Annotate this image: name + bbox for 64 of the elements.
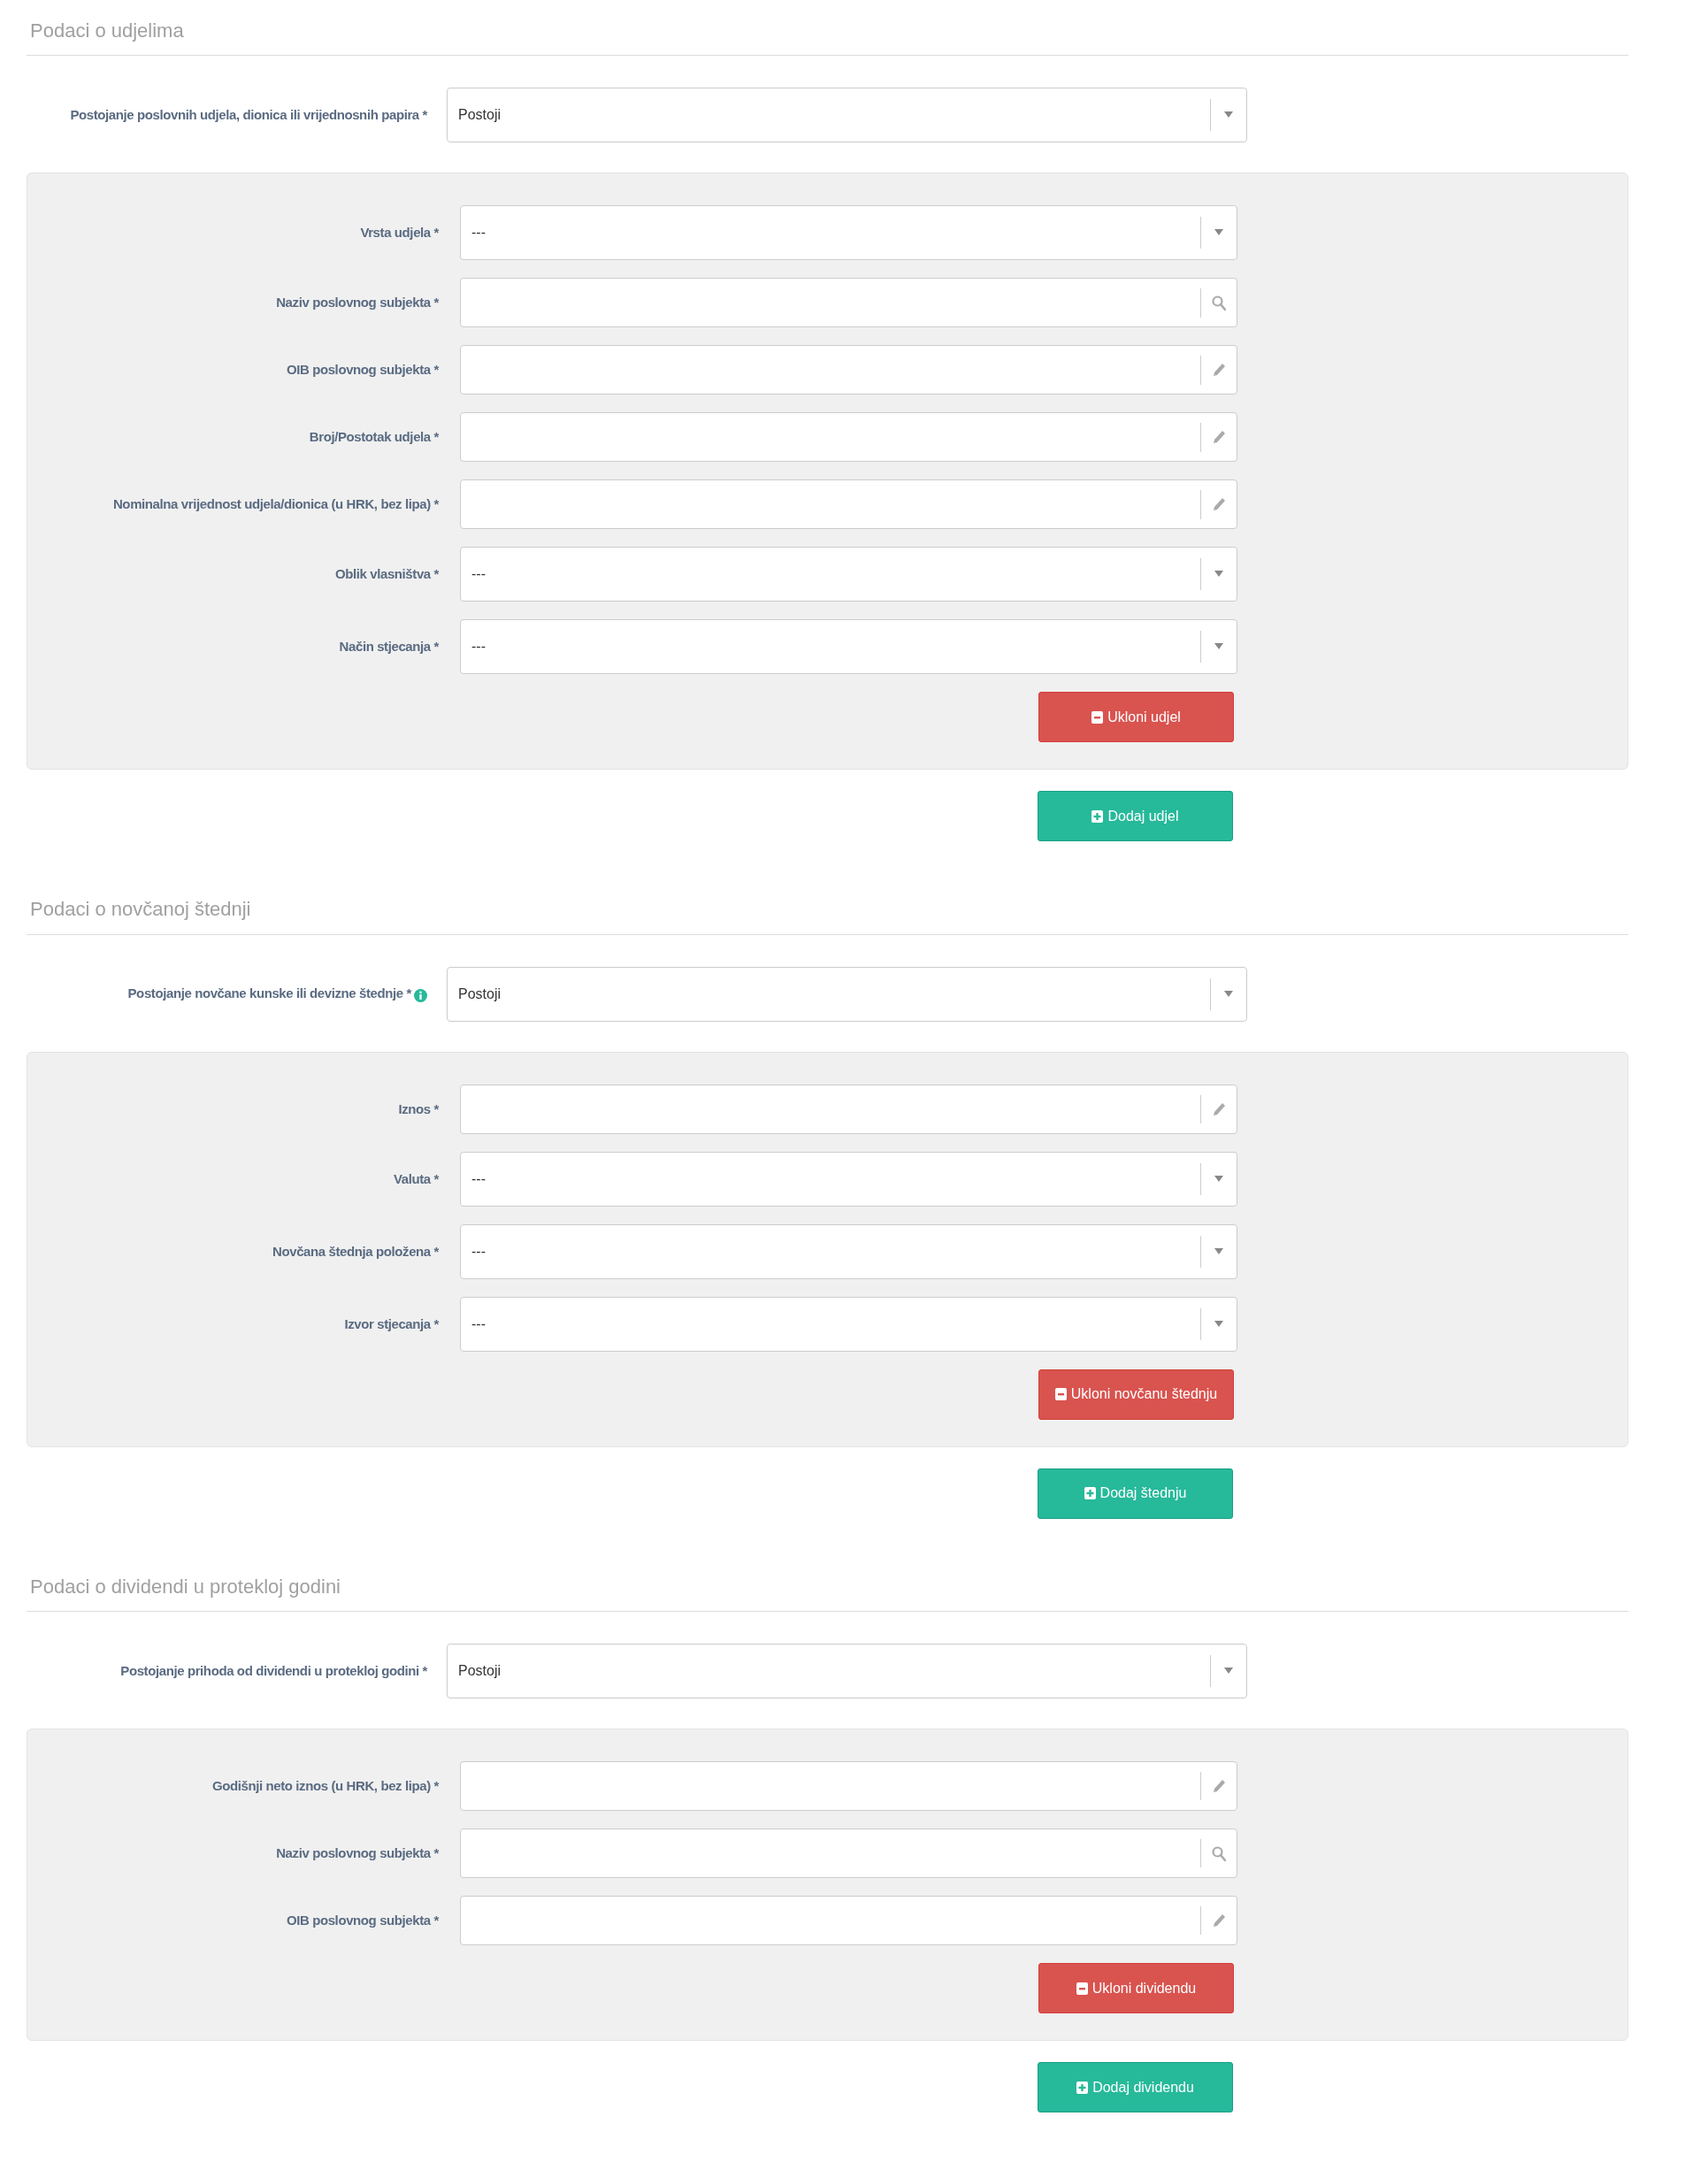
field-label: Postojanje poslovnih udjela, dionica ili vrijednosnih papira *: [70, 107, 427, 123]
caret-icon: [1214, 1247, 1223, 1255]
field-label: Nominalna vrijednost udjela/dionica (u HRK, bez lipa) *: [112, 495, 439, 514]
pencil-icon: [1212, 497, 1226, 512]
pencil-icon: [1212, 430, 1226, 445]
caret-icon: [1214, 229, 1223, 237]
field-label: OIB poslovnog subjekta *: [286, 1911, 439, 1929]
pencil-icon: [1212, 1913, 1226, 1928]
plus-square-icon: [1076, 2080, 1089, 2095]
input-field[interactable]: [460, 1896, 1237, 1946]
section-heading: Podaci o novčanoj štednji: [30, 898, 252, 922]
select-field[interactable]: Postoji: [447, 88, 1247, 143]
section-heading: Podaci o udjelima: [30, 19, 185, 43]
field-label: Način stjecanja *: [339, 638, 439, 656]
input-field[interactable]: [460, 412, 1237, 463]
select-field[interactable]: Postoji: [447, 1644, 1247, 1699]
input-field[interactable]: [460, 1084, 1237, 1134]
caret-icon: [1214, 571, 1223, 579]
pencil-icon: [1212, 1101, 1226, 1116]
caret-icon: [1224, 111, 1233, 119]
field-label: Vrsta udjela *: [360, 224, 439, 242]
field-label: Broj/Postotak udjela *: [309, 428, 439, 447]
minus-square-icon: [1054, 1387, 1067, 1402]
field-label: Naziv poslovnog subjekta *: [276, 1844, 439, 1862]
search-field[interactable]: [460, 1828, 1237, 1879]
select-field[interactable]: ---: [460, 1151, 1237, 1207]
section-heading: Podaci o dividendi u protekloj godini: [30, 1575, 341, 1599]
plus-square-icon: [1091, 809, 1104, 824]
select-field[interactable]: ---: [460, 205, 1237, 261]
info-icon[interactable]: [414, 989, 427, 1003]
caret-icon: [1224, 1668, 1233, 1675]
remove-button[interactable]: Ukloni dividendu: [1038, 1963, 1234, 2014]
pencil-icon: [1212, 363, 1226, 378]
search-field[interactable]: [460, 278, 1237, 328]
field-label: Godišnji neto iznos (u HRK, bez lipa) *: [211, 1776, 439, 1795]
search-icon: [1212, 295, 1226, 310]
field-label: Postojanje prihoda od dividendi u protekloj godini *: [120, 1663, 427, 1679]
field-label: Postojanje novčane kunske ili devizne štednje *: [127, 985, 411, 1000]
input-field[interactable]: [460, 479, 1237, 530]
search-icon: [1212, 1845, 1226, 1861]
input-field[interactable]: [460, 345, 1237, 395]
select-field[interactable]: ---: [460, 547, 1237, 602]
select-field[interactable]: ---: [460, 1223, 1237, 1279]
field-label: Novčana štednja položena *: [272, 1242, 439, 1261]
pencil-icon: [1212, 1779, 1226, 1794]
remove-button[interactable]: Ukloni novčanu štednju: [1038, 1368, 1234, 1420]
select-field[interactable]: Postoji: [447, 966, 1247, 1022]
caret-icon: [1214, 1320, 1223, 1328]
field-label: Oblik vlasništva *: [334, 565, 439, 584]
select-field[interactable]: ---: [460, 619, 1237, 675]
field-label: OIB poslovnog subjekta *: [286, 361, 439, 380]
caret-icon: [1214, 643, 1223, 651]
input-field[interactable]: [460, 1761, 1237, 1812]
field-label: Valuta *: [394, 1169, 439, 1188]
field-label: Izvor stjecanja *: [344, 1315, 439, 1333]
minus-square-icon: [1076, 1981, 1088, 1996]
select-field[interactable]: ---: [460, 1296, 1237, 1352]
plus-square-icon: [1084, 1486, 1096, 1501]
field-label: Naziv poslovnog subjekta *: [276, 294, 439, 312]
caret-icon: [1224, 990, 1233, 998]
caret-icon: [1214, 1175, 1223, 1183]
remove-button[interactable]: Ukloni udjel: [1038, 692, 1234, 743]
minus-square-icon: [1091, 709, 1104, 724]
field-label: Iznos *: [398, 1100, 439, 1118]
